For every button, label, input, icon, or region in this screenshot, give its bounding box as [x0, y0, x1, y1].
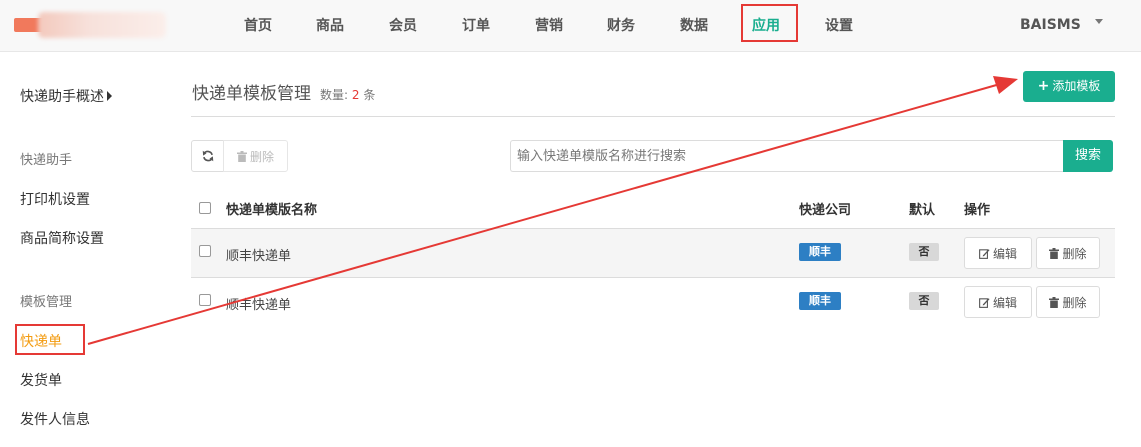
page-title: 快递单模板管理 [192, 84, 311, 104]
delete-button[interactable]: 删除 [1036, 286, 1100, 318]
top-navbar: 首页 商品 会员 订单 营销 财务 数据 应用 设置 BAISMS [0, 0, 1141, 52]
bulk-delete-button[interactable]: 删除 [223, 140, 288, 172]
nav-marketing[interactable]: 营销 [535, 0, 563, 52]
column-header-default: 默认 [909, 203, 936, 218]
cell-template-name: 顺丰快递单 [226, 249, 292, 264]
annotation-highlight-box-nav [741, 4, 798, 42]
plus-icon: + [1037, 78, 1050, 94]
row-checkbox[interactable] [199, 294, 211, 306]
column-header-company: 快递公司 [799, 203, 852, 218]
sidebar-item-product-short-name[interactable]: 商品简称设置 [20, 228, 104, 248]
sidebar-item-label: 快递助手概述 [20, 89, 104, 105]
edit-button[interactable]: 编辑 [964, 286, 1032, 318]
nav-settings[interactable]: 设置 [825, 0, 853, 52]
sidebar-section-express-helper: 快递助手 [20, 153, 73, 168]
delete-label: 删除 [1062, 246, 1087, 261]
user-menu[interactable]: BAISMS [1020, 0, 1103, 52]
sidebar-item-printer-settings[interactable]: 打印机设置 [20, 189, 90, 209]
sidebar-section-template-management: 模板管理 [20, 295, 73, 310]
edit-icon [979, 297, 990, 308]
nav-members[interactable]: 会员 [389, 0, 417, 52]
refresh-button[interactable] [191, 140, 224, 172]
caret-right-icon [107, 91, 112, 101]
trash-icon [1049, 296, 1060, 308]
nav-orders[interactable]: 订单 [462, 0, 490, 52]
logo-blurred-text [38, 12, 166, 38]
search-button[interactable]: 搜索 [1063, 140, 1113, 172]
default-badge: 否 [909, 243, 939, 261]
count-unit: 条 [363, 88, 376, 102]
company-badge: 顺丰 [799, 243, 841, 261]
logo[interactable] [14, 8, 166, 42]
nav-home[interactable]: 首页 [244, 0, 272, 52]
column-header-template-name: 快递单模版名称 [226, 203, 318, 218]
row-checkbox[interactable] [199, 245, 211, 257]
search-input[interactable] [510, 140, 1064, 172]
annotation-highlight-box-sidebar [15, 324, 85, 355]
cell-template-name: 顺丰快递单 [226, 298, 292, 313]
company-badge: 顺丰 [799, 292, 841, 310]
count-value: 2 [351, 88, 360, 102]
default-badge: 否 [909, 292, 939, 310]
annotation-arrow [87, 76, 1018, 345]
edit-label: 编辑 [992, 295, 1017, 310]
edit-button[interactable]: 编辑 [964, 237, 1032, 269]
trash-icon [1049, 247, 1060, 259]
delete-button[interactable]: 删除 [1036, 237, 1100, 269]
nav-products[interactable]: 商品 [316, 0, 344, 52]
row-divider [191, 277, 1115, 278]
sidebar-item-delivery-note[interactable]: 发货单 [20, 370, 62, 390]
add-template-button[interactable]: + 添加模板 [1023, 71, 1115, 102]
chevron-down-icon [1094, 18, 1103, 24]
refresh-icon [202, 150, 213, 162]
edit-label: 编辑 [992, 246, 1017, 261]
count-label: 数量: [320, 88, 349, 102]
edit-icon [979, 248, 990, 259]
delete-label: 删除 [1062, 295, 1087, 310]
user-name: BAISMS [1020, 17, 1081, 33]
sidebar-item-overview[interactable]: 快递助手概述 [20, 86, 112, 106]
nav-finance[interactable]: 财务 [607, 0, 635, 52]
sidebar-item-sender-info[interactable]: 发件人信息 [20, 409, 90, 429]
column-header-actions: 操作 [964, 203, 991, 218]
add-template-label: 添加模板 [1052, 79, 1101, 93]
select-all-checkbox[interactable] [199, 202, 211, 214]
bulk-delete-label: 删除 [249, 149, 274, 164]
trash-icon [236, 150, 247, 162]
header-divider [191, 116, 1115, 117]
template-count: 数量: 2 条 [320, 86, 375, 103]
nav-data[interactable]: 数据 [680, 0, 708, 52]
